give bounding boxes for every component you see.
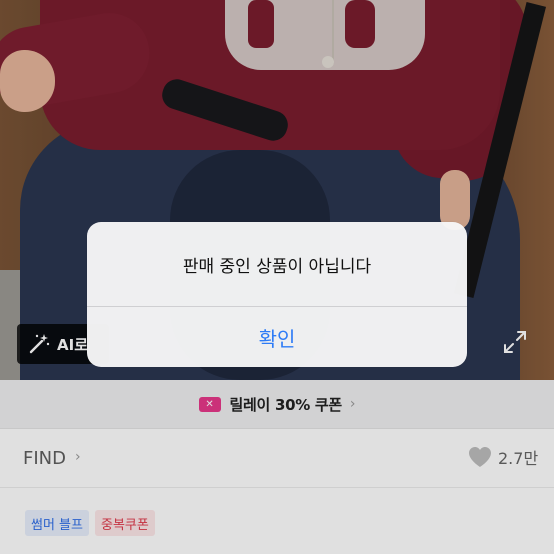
ai-chip-label: AI로 (57, 335, 88, 354)
heart-icon (469, 447, 491, 467)
tag-list: 썸머 블프 중복쿠폰 (25, 510, 161, 536)
coupon-ticket-icon: ✕ (198, 396, 221, 412)
store-row: FIND › 2.7만 (0, 428, 554, 488)
photo-pendant (322, 56, 334, 68)
store-name-link[interactable]: FIND (23, 448, 66, 469)
like-count: 2.7만 (498, 449, 539, 468)
alert-dialog: 판매 중인 상품이 아닙니다 확인 (87, 222, 467, 367)
like-button[interactable]: 2.7만 (468, 445, 538, 469)
photo-print-detail (248, 0, 274, 48)
coupon-label: 릴레이 30% 쿠폰 (229, 395, 343, 414)
chevron-right-icon: › (75, 449, 81, 465)
photo-hand (440, 170, 470, 230)
coupon-banner[interactable]: ✕ 릴레이 30% 쿠폰 › (0, 380, 554, 428)
tag-badge: 중복쿠폰 (94, 510, 155, 536)
photo-print-detail (345, 0, 375, 48)
expand-icon[interactable] (500, 327, 530, 357)
confirm-button[interactable]: 확인 (87, 307, 467, 367)
chevron-right-icon: › (349, 396, 356, 412)
magic-wand-icon (29, 334, 50, 354)
photo-necklace (318, 0, 334, 64)
tag-badge: 썸머 블프 (25, 510, 89, 536)
alert-message: 판매 중인 상품이 아닙니다 (182, 256, 372, 277)
